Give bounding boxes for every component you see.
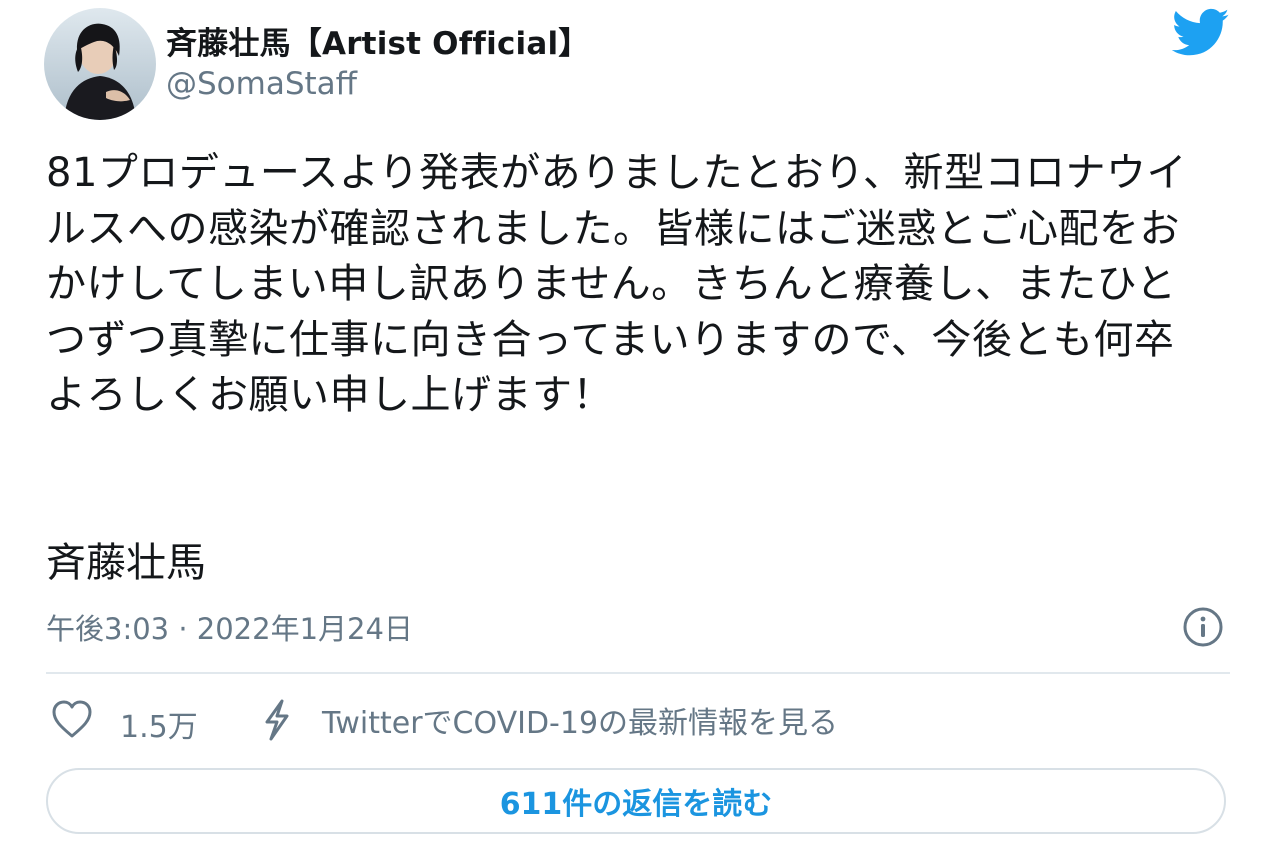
like-count: 1.5万 [120,710,198,745]
tweet-actions: 1.5万 TwitterでCOVID-19の最新情報を見る [46,696,1230,746]
tweet-body: 81プロデュースより発表がありましたとおり、新型コロナウイルスへの感染が確認され… [46,150,1187,418]
tweet-timestamp[interactable]: 午後3:03 · 2022年1月24日 [46,606,413,648]
covid-info-label: TwitterでCOVID-19の最新情報を見る [322,706,839,741]
tweet-card: 斉藤壮馬【Artist Official】 @SomaStaff 81プロデュー… [0,0,1280,864]
read-replies-button[interactable]: 611件の返信を読む [46,768,1226,834]
covid-info-link[interactable]: TwitterでCOVID-19の最新情報を見る [260,698,838,742]
heart-icon [52,700,92,738]
avatar[interactable] [44,8,156,120]
author-handle[interactable]: @SomaStaff [166,66,357,102]
info-icon[interactable] [1182,606,1224,648]
like-button[interactable] [50,698,94,740]
twitter-bird-icon[interactable] [1171,8,1230,58]
divider [46,672,1230,674]
lightning-icon [265,699,289,741]
read-replies-label: 611件の返信を読む [499,787,773,822]
author-name[interactable]: 斉藤壮馬【Artist Official】 [166,18,590,63]
avatar-image [44,8,156,120]
tweet-signature: 斉藤壮馬 [46,540,206,586]
